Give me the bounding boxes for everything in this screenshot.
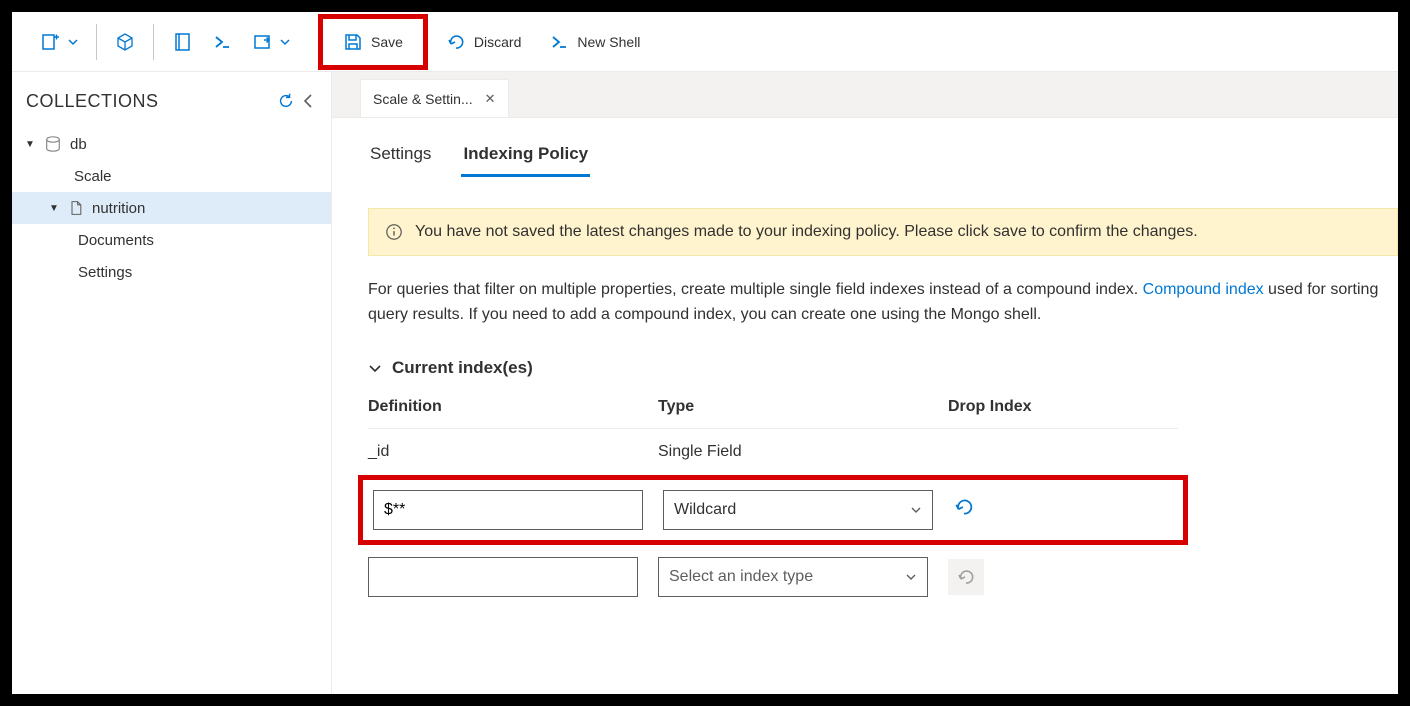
current-indexes-header[interactable]: Current index(es): [368, 358, 1398, 378]
index-type-select[interactable]: Wildcard: [663, 490, 933, 530]
tree-settings[interactable]: Settings: [12, 256, 331, 288]
expand-arrow-icon: ▼: [24, 139, 36, 150]
tree-documents-label: Documents: [78, 232, 154, 249]
chevron-down-icon: [368, 361, 382, 375]
close-tab-button[interactable]: ✕: [485, 91, 496, 107]
discard-button[interactable]: Discard: [436, 24, 531, 60]
discard-label: Discard: [474, 34, 521, 50]
index-type-select[interactable]: Select an index type: [658, 557, 928, 597]
new-collection-button[interactable]: [30, 24, 88, 60]
index-definition-input[interactable]: [368, 557, 638, 597]
toolbar-separator: [153, 24, 154, 60]
tree-database[interactable]: ▼ db: [12, 128, 331, 160]
top-toolbar: Save Discard New Shell: [12, 12, 1398, 72]
index-type: Single Field: [658, 443, 948, 461]
index-row-id: _id Single Field: [368, 429, 1178, 475]
index-row-new: Select an index type: [368, 545, 1178, 611]
col-type: Type: [658, 398, 948, 416]
index-table: Definition Type Drop Index _id Single Fi…: [368, 398, 1178, 611]
chevron-down-icon: [905, 571, 917, 583]
notebook-icon: [172, 32, 192, 52]
tree-database-label: db: [70, 136, 87, 153]
new-shell-button[interactable]: New Shell: [539, 24, 650, 60]
shell-button[interactable]: [202, 24, 242, 60]
prompt-icon: [549, 32, 569, 52]
sidebar: COLLECTIONS ▼ db Scale: [12, 72, 332, 694]
tree-scale-label: Scale: [74, 168, 112, 185]
indexing-description: For queries that filter on multiple prop…: [368, 278, 1398, 328]
open-button[interactable]: [242, 24, 300, 60]
chevron-down-icon: [280, 37, 290, 47]
save-button[interactable]: Save: [318, 14, 428, 70]
open-tabs-strip: Scale & Settin... ✕: [332, 72, 1398, 118]
new-shell-label: New Shell: [577, 34, 640, 50]
expand-arrow-icon: ▼: [48, 203, 60, 214]
subtabs: Settings Indexing Policy: [368, 138, 1398, 178]
save-icon: [343, 32, 363, 52]
drop-index-button[interactable]: [953, 496, 975, 518]
sql-query-button[interactable]: [105, 24, 145, 60]
toolbar-separator: [96, 24, 97, 60]
open-icon: [252, 32, 272, 52]
sidebar-title: COLLECTIONS: [26, 91, 273, 112]
prompt-icon: [212, 32, 232, 52]
alert-text: You have not saved the latest changes ma…: [415, 223, 1198, 241]
tree-documents[interactable]: Documents: [12, 224, 331, 256]
open-tab-label: Scale & Settin...: [373, 91, 473, 107]
drop-index-button-disabled: [948, 559, 984, 595]
chevron-down-icon: [910, 504, 922, 516]
index-row-wildcard: Wildcard: [358, 475, 1188, 545]
document-icon: [68, 200, 84, 216]
tree-collection-label: nutrition: [92, 200, 145, 217]
section-title: Current index(es): [392, 358, 533, 378]
chevron-down-icon: [68, 37, 78, 47]
compound-index-link[interactable]: Compound index: [1143, 281, 1264, 298]
col-drop: Drop Index: [948, 398, 1178, 416]
tree-settings-label: Settings: [78, 264, 132, 281]
database-icon: [44, 135, 62, 153]
unsaved-changes-alert: You have not saved the latest changes ma…: [368, 208, 1398, 256]
index-definition-input[interactable]: [373, 490, 643, 530]
main-panel: Scale & Settin... ✕ Settings Indexing Po…: [332, 72, 1398, 694]
undo-icon: [446, 32, 466, 52]
save-label: Save: [371, 34, 403, 50]
info-icon: [385, 223, 403, 241]
open-tab-scale-settings[interactable]: Scale & Settin... ✕: [360, 79, 509, 117]
refresh-button[interactable]: [273, 88, 299, 114]
collapse-sidebar-button[interactable]: [299, 88, 317, 114]
index-definition: _id: [368, 443, 658, 461]
notebook-button[interactable]: [162, 24, 202, 60]
tree-scale[interactable]: Scale: [12, 160, 331, 192]
tree-collection-nutrition[interactable]: ▼ nutrition: [12, 192, 331, 224]
col-definition: Definition: [368, 398, 658, 416]
select-placeholder: Select an index type: [669, 568, 813, 586]
new-collection-icon: [40, 32, 60, 52]
select-value: Wildcard: [674, 501, 736, 519]
subtab-settings[interactable]: Settings: [368, 138, 433, 177]
collections-tree: ▼ db Scale ▼ nutrition Doc: [12, 124, 331, 288]
subtab-indexing-policy[interactable]: Indexing Policy: [461, 138, 590, 177]
cube-icon: [115, 32, 135, 52]
